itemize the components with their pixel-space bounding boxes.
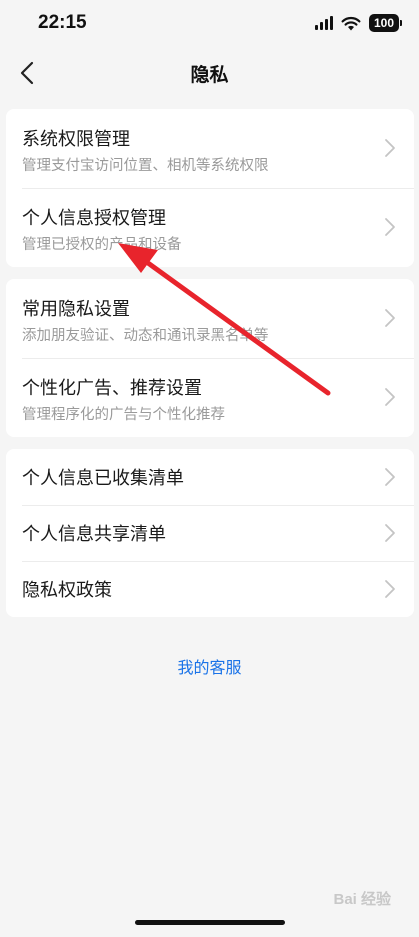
chevron-right-icon: [385, 139, 395, 157]
my-customer-service-link[interactable]: 我的客服: [0, 654, 419, 678]
chevron-right-icon: [385, 580, 395, 598]
status-icons: 100: [315, 14, 402, 32]
page-title: 隐私: [190, 64, 229, 86]
item-subtitle: 管理已授权的产品和设备: [22, 237, 182, 253]
chevron-right-icon: [385, 388, 395, 406]
collected-info-list-item[interactable]: 个人信息已收集清单: [6, 449, 414, 505]
chevron-right-icon: [385, 524, 395, 542]
shared-info-list-item[interactable]: 个人信息共享清单: [6, 505, 414, 561]
status-bar: 22:15 100: [0, 0, 419, 48]
privacy-policy-item[interactable]: 隐私权政策: [6, 561, 414, 617]
item-subtitle: 管理支付宝访问位置、相机等系统权限: [22, 158, 269, 174]
wifi-icon: [341, 16, 361, 30]
status-time: 22:15: [38, 12, 87, 33]
system-permissions-item[interactable]: 系统权限管理 管理支付宝访问位置、相机等系统权限: [6, 109, 414, 188]
item-title: 个人信息共享清单: [22, 524, 166, 545]
personal-info-authorization-item[interactable]: 个人信息授权管理 管理已授权的产品和设备: [6, 188, 414, 267]
settings-group-2: 常用隐私设置 添加朋友验证、动态和通讯录黑名单等 个性化广告、推荐设置 管理程序…: [6, 279, 414, 437]
item-title: 个性化广告、推荐设置: [22, 378, 202, 399]
personalized-ads-item[interactable]: 个性化广告、推荐设置 管理程序化的广告与个性化推荐: [6, 358, 414, 437]
battery-icon: 100: [369, 14, 402, 32]
item-title: 系统权限管理: [22, 129, 130, 150]
chevron-right-icon: [385, 218, 395, 236]
item-title: 个人信息已收集清单: [22, 468, 184, 489]
item-title: 常用隐私设置: [22, 299, 130, 320]
item-subtitle: 添加朋友验证、动态和通讯录黑名单等: [22, 328, 269, 344]
settings-group-3: 个人信息已收集清单 个人信息共享清单 隐私权政策: [6, 449, 414, 617]
item-title: 隐私权政策: [22, 580, 112, 601]
watermark-logo: Bai 经验: [333, 891, 391, 908]
cellular-signal-icon: [315, 16, 333, 30]
common-privacy-settings-item[interactable]: 常用隐私设置 添加朋友验证、动态和通讯录黑名单等: [6, 279, 414, 358]
item-title: 个人信息授权管理: [22, 208, 166, 229]
item-subtitle: 管理程序化的广告与个性化推荐: [22, 407, 225, 423]
settings-group-1: 系统权限管理 管理支付宝访问位置、相机等系统权限 个人信息授权管理 管理已授权的…: [6, 109, 414, 267]
home-indicator: [135, 920, 285, 925]
nav-bar: 隐私: [0, 48, 419, 98]
chevron-right-icon: [385, 309, 395, 327]
chevron-right-icon: [385, 468, 395, 486]
